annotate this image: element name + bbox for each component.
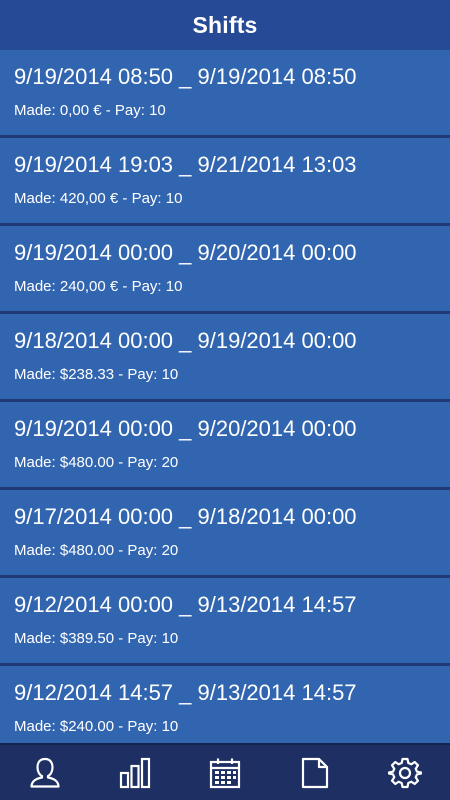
shift-list-item[interactable]: 9/19/2014 00:00 _ 9/20/2014 00:00 Made: … [0, 402, 450, 487]
shift-earnings: Made: 240,00 € - Pay: 10 [14, 278, 183, 295]
nav-settings-button[interactable] [360, 745, 450, 800]
nav-profile-button[interactable] [0, 745, 90, 800]
shift-list-item[interactable]: 9/12/2014 00:00 _ 9/13/2014 14:57 Made: … [0, 578, 450, 663]
shift-earnings: Made: 420,00 € - Pay: 10 [14, 190, 183, 207]
page-title: Shifts [192, 11, 258, 38]
shift-list-item[interactable]: 9/19/2014 00:00 _ 9/20/2014 00:00 Made: … [0, 226, 450, 311]
shift-date-range: 9/19/2014 08:50 _ 9/19/2014 08:50 [14, 64, 357, 89]
document-icon [301, 757, 329, 788]
nav-documents-button[interactable] [270, 745, 360, 800]
calendar-icon [209, 758, 241, 788]
shift-earnings: Made: $480.00 - Pay: 20 [14, 542, 179, 559]
shift-date-range: 9/12/2014 14:57 _ 9/13/2014 14:57 [14, 680, 357, 705]
shift-earnings: Made: $238.33 - Pay: 10 [14, 366, 179, 383]
shift-list-item[interactable]: 9/19/2014 19:03 _ 9/21/2014 13:03 Made: … [0, 138, 450, 223]
shift-list-item[interactable]: 9/12/2014 14:57 _ 9/13/2014 14:57 Made: … [0, 666, 450, 743]
shift-date-range: 9/12/2014 00:00 _ 9/13/2014 14:57 [14, 592, 357, 617]
shift-date-range: 9/19/2014 00:00 _ 9/20/2014 00:00 [14, 416, 357, 441]
shift-list-item[interactable]: 9/19/2014 08:50 _ 9/19/2014 08:50 Made: … [0, 50, 450, 135]
shift-date-range: 9/18/2014 00:00 _ 9/19/2014 00:00 [14, 328, 357, 353]
app-header: Shifts [0, 0, 450, 50]
shift-list-item[interactable]: 9/17/2014 00:00 _ 9/18/2014 00:00 Made: … [0, 490, 450, 575]
nav-stats-button[interactable] [90, 745, 180, 800]
shift-list-item[interactable]: 9/18/2014 00:00 _ 9/19/2014 00:00 Made: … [0, 314, 450, 399]
shift-earnings: Made: $240.00 - Pay: 10 [14, 718, 179, 735]
shift-date-range: 9/17/2014 00:00 _ 9/18/2014 00:00 [14, 504, 357, 529]
gear-icon [388, 757, 422, 788]
shift-date-range: 9/19/2014 19:03 _ 9/21/2014 13:03 [14, 152, 357, 177]
bottom-navigation [0, 743, 450, 800]
user-icon [30, 757, 60, 788]
shift-date-range: 9/19/2014 00:00 _ 9/20/2014 00:00 [14, 240, 357, 265]
bar-chart-icon [119, 757, 151, 788]
shift-earnings: Made: $480.00 - Pay: 20 [14, 454, 179, 471]
nav-calendar-button[interactable] [180, 745, 270, 800]
app-screen: Shifts 9/19/2014 08:50 _ 9/19/2014 08:50… [0, 0, 450, 800]
shift-list[interactable]: 9/19/2014 08:50 _ 9/19/2014 08:50 Made: … [0, 50, 450, 743]
shift-earnings: Made: 0,00 € - Pay: 10 [14, 102, 166, 119]
shift-earnings: Made: $389.50 - Pay: 10 [14, 630, 179, 647]
